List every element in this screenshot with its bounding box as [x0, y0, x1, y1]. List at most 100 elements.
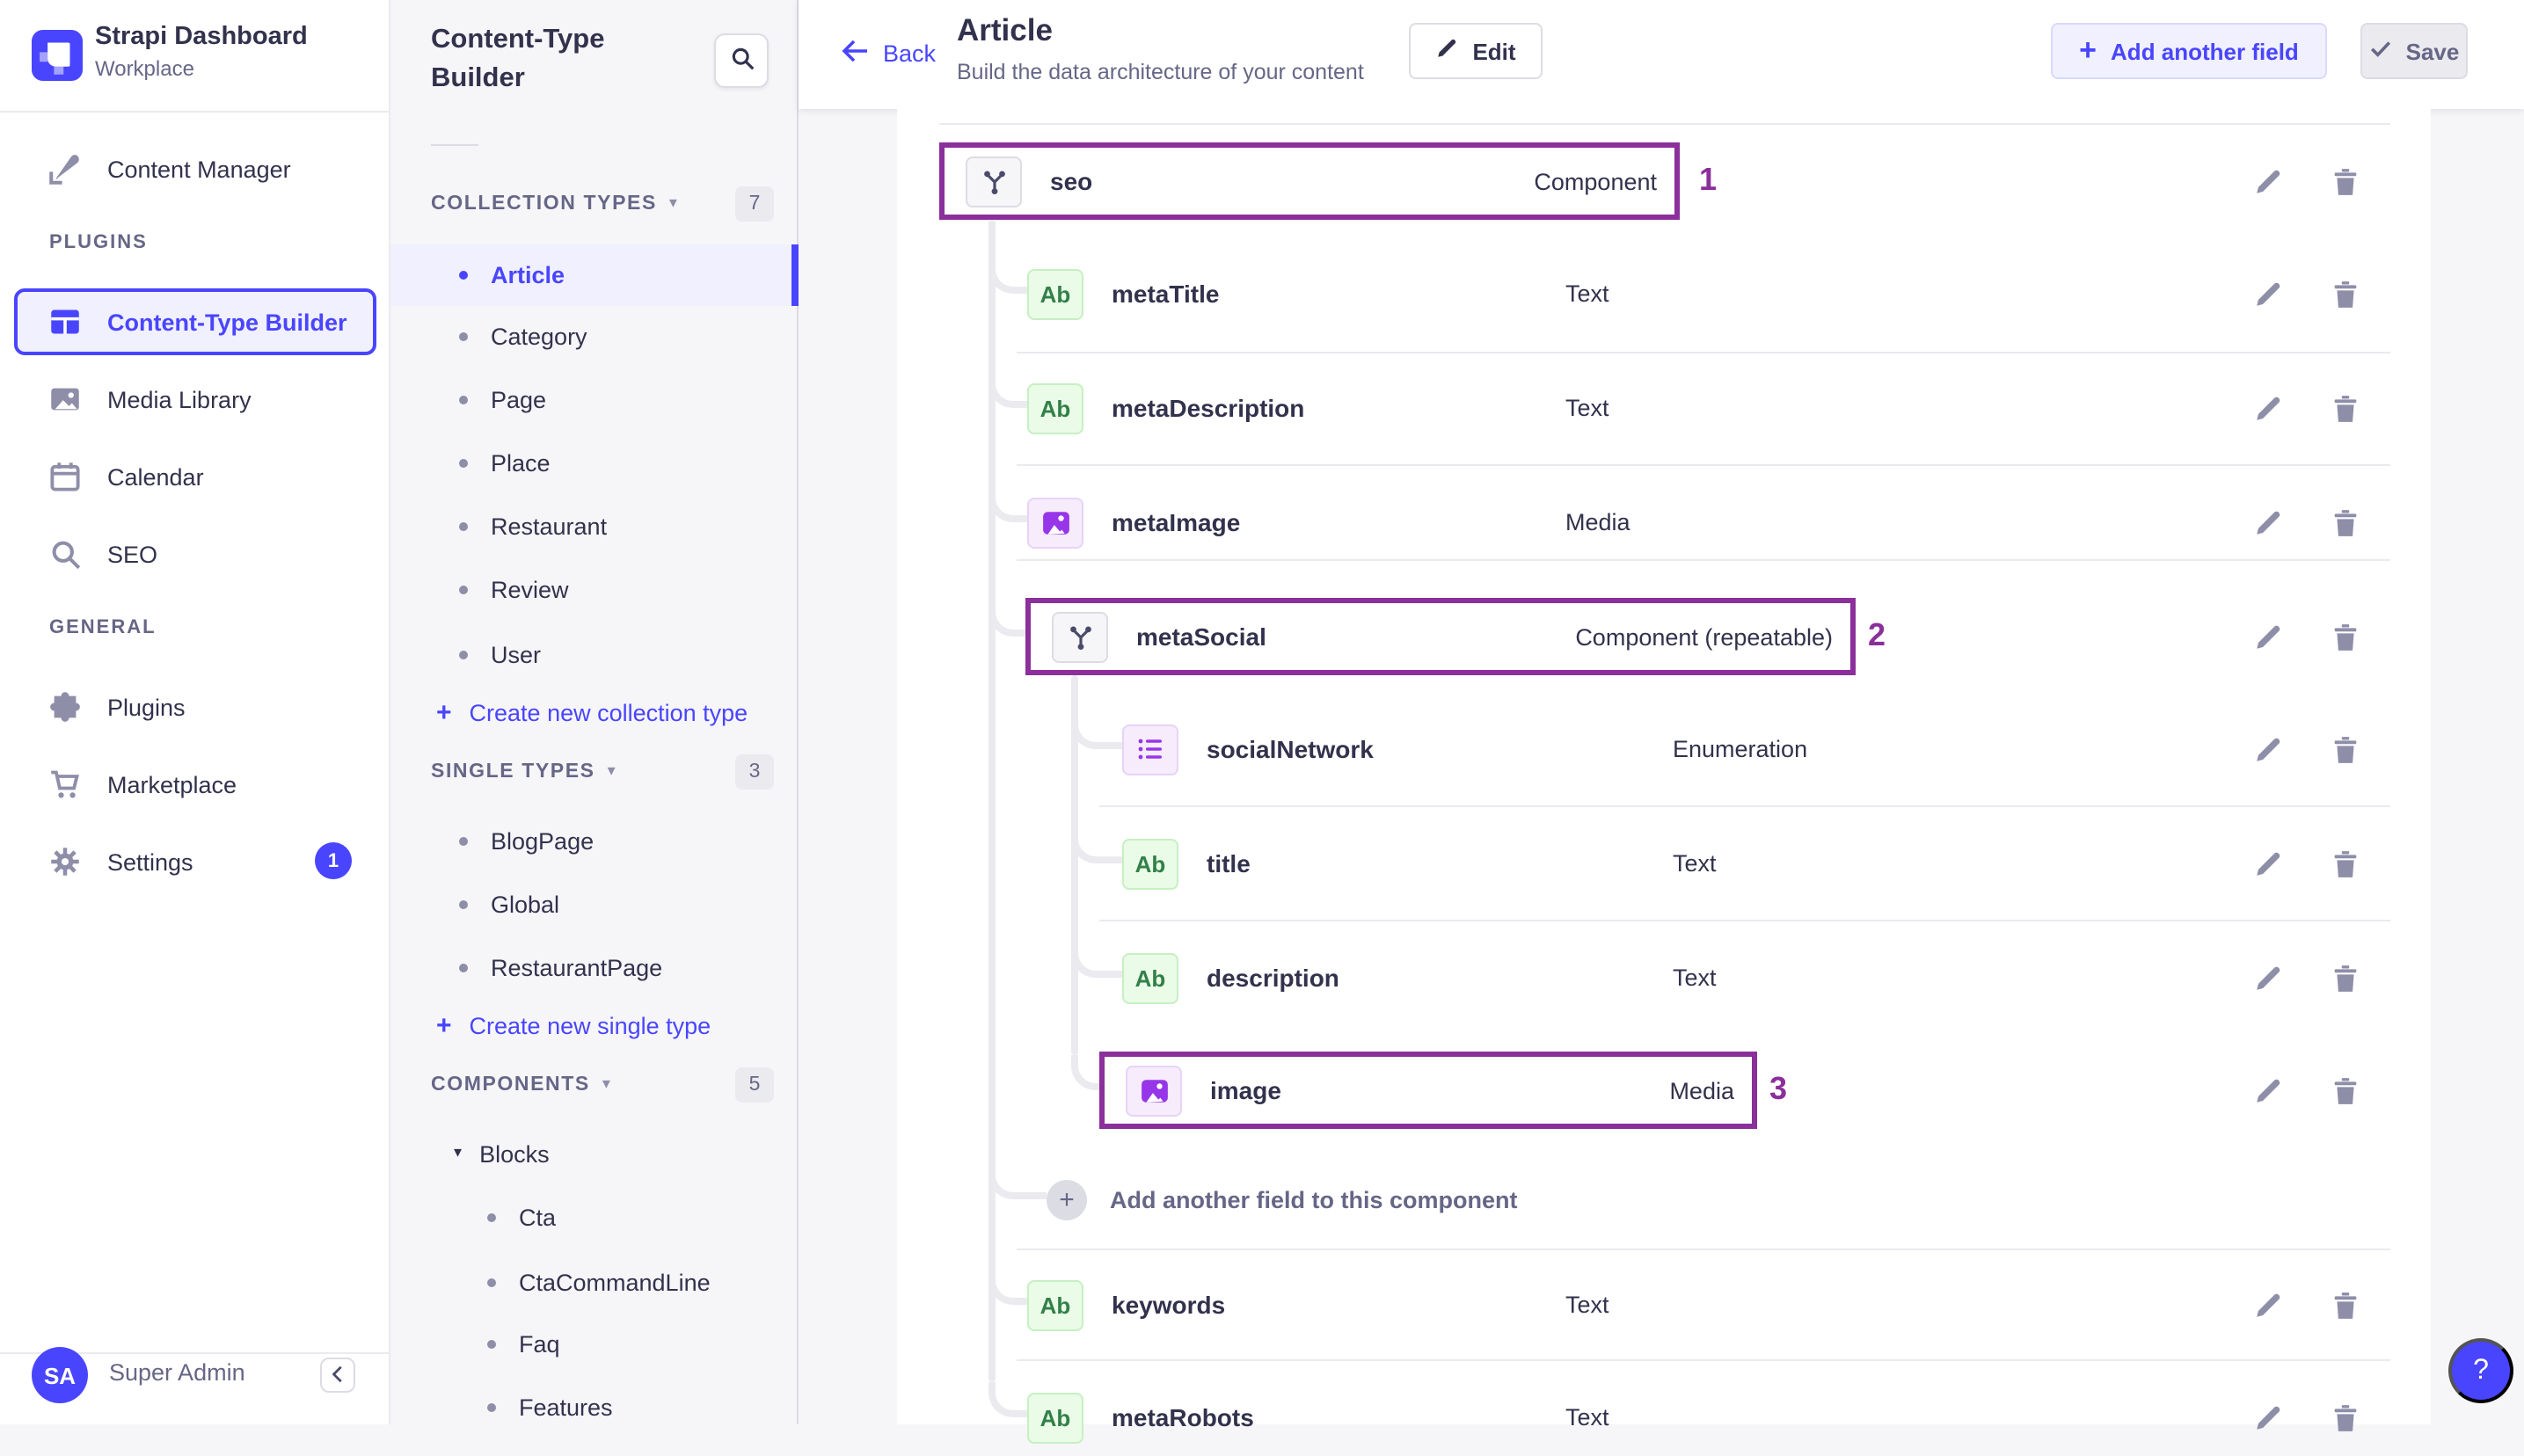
delete-field-button[interactable]	[2329, 1401, 2360, 1433]
text-field-icon: Ab	[1027, 1279, 1083, 1330]
edit-field-button[interactable]	[2251, 1401, 2283, 1433]
collection-type-page[interactable]: Page	[459, 376, 546, 422]
field-row-keywords[interactable]: Ab keywords Text	[1027, 1266, 2258, 1343]
component-faq[interactable]: Faq	[487, 1321, 560, 1366]
field-row-image[interactable]: image Media	[1099, 1052, 1757, 1129]
section-label: SINGLE TYPES	[431, 761, 595, 783]
sidebar-item-label: Content Manager	[107, 156, 291, 182]
field-row-metaSocial[interactable]: metaSocial Component (repeatable)	[1025, 598, 1856, 675]
item-label: User	[491, 641, 542, 667]
edit-field-button[interactable]	[2251, 848, 2283, 879]
collection-type-place[interactable]: Place	[459, 440, 551, 485]
section-components[interactable]: COMPONENTS ▾	[431, 1062, 612, 1108]
field-row-metaDescription[interactable]: Ab metaDescription Text	[1027, 369, 2258, 447]
delete-field-button[interactable]	[2329, 962, 2360, 994]
sidebar-item-marketplace[interactable]: Marketplace	[49, 761, 237, 807]
search-button[interactable]	[714, 33, 769, 88]
edit-field-button[interactable]	[2251, 621, 2283, 652]
field-type: Media	[1669, 1077, 1734, 1103]
single-type-restaurantpage[interactable]: RestaurantPage	[459, 944, 662, 990]
field-row-metaTitle[interactable]: Ab metaTitle Text	[1027, 255, 2258, 332]
field-name: metaImage	[1112, 508, 1241, 536]
add-field-label: Add another field	[2111, 38, 2299, 64]
annotation-number-3: 3	[1769, 1071, 1788, 1106]
delete-field-button[interactable]	[2329, 733, 2360, 765]
delete-field-button[interactable]	[2329, 278, 2360, 309]
sidebar-item-content-type-builder[interactable]: Content-Type Builder	[14, 288, 376, 355]
row-actions	[2251, 1074, 2360, 1106]
plus-icon: +	[2079, 33, 2097, 67]
collapse-sidebar-button[interactable]	[320, 1358, 355, 1393]
edit-field-button[interactable]	[2251, 733, 2283, 765]
component-ctacommandline[interactable]: CtaCommandLine	[487, 1259, 711, 1305]
add-component-field-row[interactable]: + Add another field to this component	[1047, 1161, 1518, 1238]
create-collection-type-link[interactable]: + Create new collection type	[436, 689, 748, 735]
section-single-types[interactable]: SINGLE TYPES ▾	[431, 749, 616, 795]
bullet-icon	[487, 1212, 496, 1221]
edit-field-button[interactable]	[2251, 278, 2283, 309]
component-group-blocks[interactable]: ▾ Blocks	[454, 1131, 550, 1176]
main-sidebar: Strapi Dashboard Workplace Content Manag…	[0, 0, 390, 1424]
field-row-seo[interactable]: seo Component	[939, 142, 1680, 220]
delete-field-button[interactable]	[2329, 848, 2360, 879]
strapi-app: Strapi Dashboard Workplace Content Manag…	[0, 0, 2524, 1443]
field-row-description[interactable]: Ab description Text	[1122, 939, 2353, 1016]
row-divider	[1017, 352, 2390, 353]
user-avatar[interactable]: SA	[32, 1347, 88, 1403]
text-field-icon: Ab	[1122, 838, 1178, 889]
back-button[interactable]: Back	[841, 37, 936, 70]
plus-circle-icon[interactable]: +	[1047, 1179, 1087, 1219]
collection-type-review[interactable]: Review	[459, 566, 569, 612]
row-divider	[1017, 1359, 2390, 1361]
sidebar-section-general: GENERAL	[49, 617, 157, 638]
delete-field-button[interactable]	[2329, 506, 2360, 538]
field-row-socialNetwork[interactable]: socialNetwork Enumeration	[1122, 710, 2353, 788]
create-single-type-link[interactable]: + Create new single type	[436, 1002, 711, 1048]
collection-type-user[interactable]: User	[459, 631, 541, 677]
delete-field-button[interactable]	[2329, 621, 2360, 652]
delete-field-button[interactable]	[2329, 1289, 2360, 1321]
section-label: COLLECTION TYPES	[431, 193, 657, 215]
component-features[interactable]: Features	[487, 1384, 613, 1430]
row-divider	[1099, 805, 2390, 807]
edit-field-button[interactable]	[2251, 1074, 2283, 1106]
annotation-number-2: 2	[1868, 617, 1886, 652]
delete-field-button[interactable]	[2329, 165, 2360, 197]
edit-field-button[interactable]	[2251, 1289, 2283, 1321]
collection-type-category[interactable]: Category	[459, 313, 587, 359]
delete-field-button[interactable]	[2329, 1074, 2360, 1106]
field-row-metaImage[interactable]: metaImage Media	[1027, 484, 2258, 561]
page-header: Back Article Build the data architecture…	[799, 0, 2524, 109]
sidebar-item-content-manager[interactable]: Content Manager	[49, 146, 291, 192]
sidebar-item-settings[interactable]: Settings	[49, 839, 193, 885]
edit-field-button[interactable]	[2251, 392, 2283, 424]
cart-icon	[49, 768, 81, 800]
sidebar-item-calendar[interactable]: Calendar	[49, 454, 204, 499]
row-actions	[2251, 1401, 2360, 1433]
edit-field-button[interactable]	[2251, 962, 2283, 994]
component-cta[interactable]: Cta	[487, 1194, 556, 1240]
chevron-left-icon	[328, 1362, 347, 1388]
sidebar-item-plugins[interactable]: Plugins	[49, 684, 186, 730]
edit-button[interactable]: Edit	[1409, 23, 1543, 79]
item-label: Cta	[519, 1204, 557, 1230]
puzzle-icon	[49, 691, 81, 723]
fields-card: seo Component 1 Ab metaTitle Text Ab met…	[897, 109, 2431, 1443]
field-name: socialNetwork	[1207, 735, 1374, 763]
save-button[interactable]: Save	[2360, 23, 2468, 79]
field-name: keywords	[1112, 1291, 1226, 1319]
edit-field-button[interactable]	[2251, 506, 2283, 538]
section-collection-types[interactable]: COLLECTION TYPES ▾	[431, 181, 679, 227]
delete-field-button[interactable]	[2329, 392, 2360, 424]
single-type-blogpage[interactable]: BlogPage	[459, 818, 594, 863]
sidebar-item-media-library[interactable]: Media Library	[49, 376, 252, 422]
sidebar-item-seo[interactable]: SEO	[49, 531, 157, 577]
collection-type-article[interactable]: Article	[459, 251, 565, 297]
help-button[interactable]: ?	[2448, 1338, 2513, 1403]
collection-type-restaurant[interactable]: Restaurant	[459, 503, 607, 549]
field-row-metaRobots[interactable]: Ab metaRobots Text	[1027, 1379, 2258, 1456]
single-type-global[interactable]: Global	[459, 881, 559, 927]
add-another-field-button[interactable]: + Add another field	[2051, 23, 2327, 79]
field-row-title[interactable]: Ab title Text	[1122, 825, 2353, 902]
edit-field-button[interactable]	[2251, 165, 2283, 197]
